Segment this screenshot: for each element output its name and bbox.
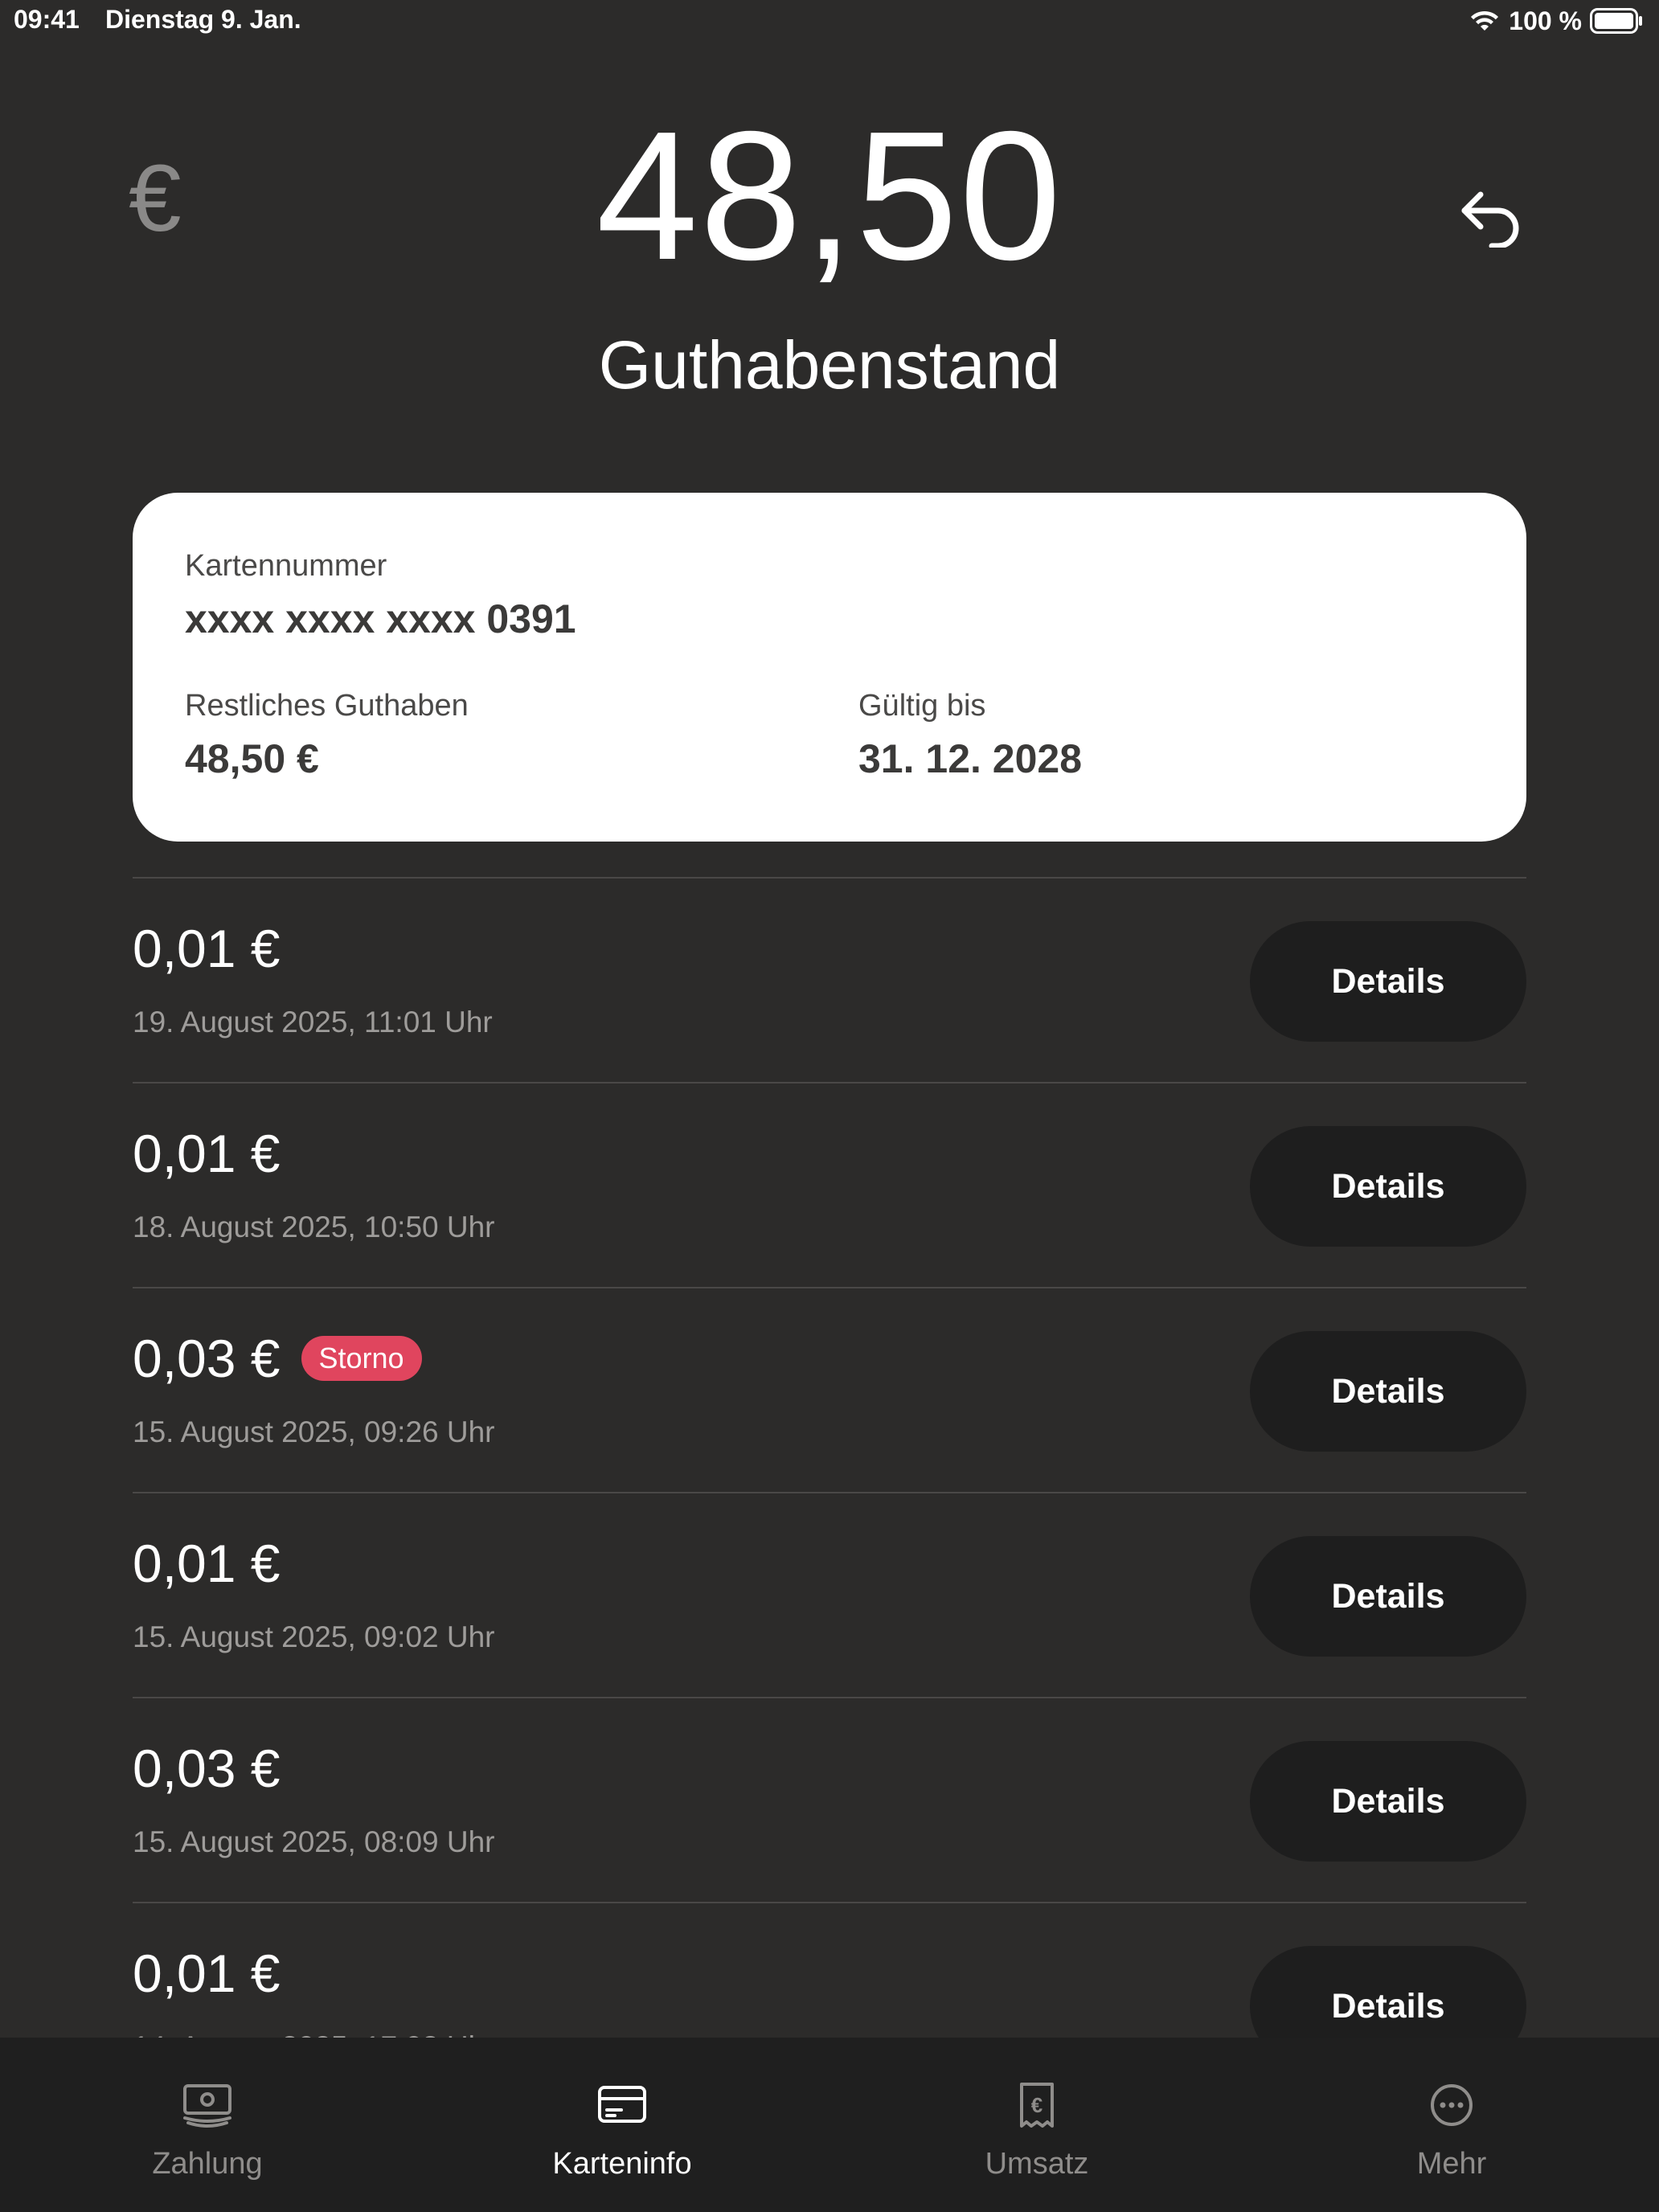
svg-text:€: € bbox=[1031, 2093, 1043, 2117]
transaction-amount: 0,01 € bbox=[133, 1534, 281, 1593]
transaction-date: 15. August 2025, 08:09 Uhr bbox=[133, 1825, 495, 1858]
status-time: 09:41 bbox=[14, 5, 80, 34]
receipt-euro-icon: € bbox=[1020, 2083, 1054, 2128]
valid-until-value: 31. 12. 2028 bbox=[858, 736, 1083, 781]
transaction-row: 0,01 € 19. August 2025, 11:01 Uhr Detail… bbox=[133, 877, 1526, 1082]
transaction-date: 19. August 2025, 11:01 Uhr bbox=[133, 1006, 493, 1038]
banknote-icon bbox=[183, 2084, 231, 2128]
tab-zahlung[interactable]: Zahlung bbox=[87, 2038, 328, 2212]
transaction-date: 14. August 2025, 17:02 Uhr bbox=[133, 2030, 495, 2038]
transaction-row: 0,03 € 15. August 2025, 08:09 Uhr Detail… bbox=[133, 1697, 1526, 1902]
page-title: Guthabenstand bbox=[598, 327, 1061, 403]
card-number-value: xxxx xxxx xxxx 0391 bbox=[185, 596, 576, 641]
status-bar: 09:41 Dienstag 9. Jan. 100 % bbox=[0, 0, 1659, 42]
back-arrow-icon[interactable] bbox=[1456, 183, 1526, 248]
card-number-label: Kartennummer bbox=[185, 549, 387, 583]
remaining-balance-value: 48,50 € bbox=[185, 736, 319, 781]
transaction-amount: 0,01 € bbox=[133, 1124, 281, 1183]
tab-mehr[interactable]: Mehr bbox=[1331, 2038, 1572, 2212]
storno-badge: Storno bbox=[301, 1336, 422, 1381]
transaction-amount: 0,01 € bbox=[133, 919, 281, 978]
transaction-row: 0,01 € 15. August 2025, 09:02 Uhr Detail… bbox=[133, 1492, 1526, 1697]
remaining-balance-label: Restliches Guthaben bbox=[185, 689, 469, 723]
card-info-panel: Kartennummer xxxx xxxx xxxx 0391 Restlic… bbox=[133, 493, 1526, 842]
details-button[interactable]: Details bbox=[1250, 1946, 1526, 2038]
tab-label: Karteninfo bbox=[552, 2147, 692, 2181]
balance-amount: 48,50 bbox=[596, 94, 1063, 298]
tab-label: Umsatz bbox=[985, 2147, 1089, 2181]
transaction-row: 0,01 € 18. August 2025, 10:50 Uhr Detail… bbox=[133, 1082, 1526, 1287]
details-button[interactable]: Details bbox=[1250, 921, 1526, 1042]
transaction-date: 15. August 2025, 09:02 Uhr bbox=[133, 1620, 495, 1653]
transaction-amount: 0,03 € bbox=[133, 1739, 281, 1798]
details-button[interactable]: Details bbox=[1250, 1126, 1526, 1247]
card-icon bbox=[598, 2086, 646, 2123]
status-indicators: 100 % bbox=[1469, 5, 1643, 37]
details-button[interactable]: Details bbox=[1250, 1536, 1526, 1657]
tab-label: Zahlung bbox=[152, 2147, 263, 2181]
battery-percentage: 100 % bbox=[1509, 6, 1582, 35]
more-icon bbox=[1431, 2084, 1473, 2126]
tab-label: Mehr bbox=[1416, 2147, 1487, 2181]
transaction-amount: 0,01 € bbox=[133, 1944, 281, 2003]
tab-bar: Zahlung Karteninfo € Umsatz Mehr bbox=[0, 2038, 1659, 2212]
transaction-row: 0,03 € Storno 15. August 2025, 09:26 Uhr… bbox=[133, 1287, 1526, 1492]
tab-umsatz[interactable]: € Umsatz bbox=[916, 2038, 1157, 2212]
details-button[interactable]: Details bbox=[1250, 1741, 1526, 1862]
wifi-icon bbox=[1471, 10, 1499, 31]
battery-icon bbox=[1590, 8, 1642, 34]
tab-karteninfo[interactable]: Karteninfo bbox=[502, 2038, 743, 2212]
status-date: Dienstag 9. Jan. bbox=[105, 5, 301, 34]
transaction-amount: 0,03 € bbox=[133, 1329, 281, 1388]
valid-until-label: Gültig bis bbox=[858, 689, 986, 723]
transaction-date: 18. August 2025, 10:50 Uhr bbox=[133, 1210, 495, 1243]
transaction-date: 15. August 2025, 09:26 Uhr bbox=[133, 1415, 495, 1448]
transaction-row: 0,01 € 14. August 2025, 17:02 Uhr Detail… bbox=[133, 1902, 1526, 2038]
transaction-list[interactable]: 0,01 € 19. August 2025, 11:01 Uhr Detail… bbox=[133, 877, 1526, 2038]
details-button[interactable]: Details bbox=[1250, 1331, 1526, 1452]
